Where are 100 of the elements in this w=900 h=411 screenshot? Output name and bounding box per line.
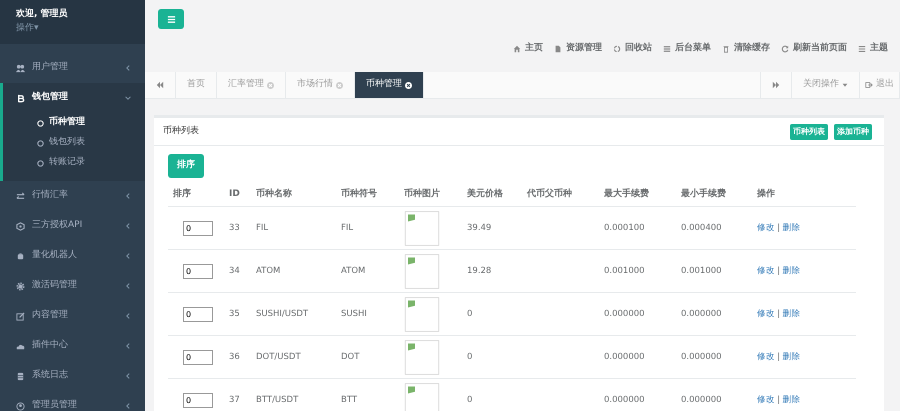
column-header: 排序 (168, 184, 228, 206)
table-cell: SUSHI/USDT (255, 292, 340, 336)
menu-lines-icon (858, 44, 866, 53)
sidebar-item[interactable]: 插件中心 (0, 331, 145, 361)
table-cell: 19.28 (466, 250, 526, 292)
page-tab[interactable]: 币种管理 (355, 72, 424, 98)
submenu-item[interactable]: 币种管理 (3, 113, 145, 133)
delete-link[interactable]: 删除 (782, 308, 800, 319)
submenu-item[interactable]: 转账记录 (3, 153, 145, 173)
nav-link[interactable]: 主页 (513, 42, 543, 56)
broken-image-icon (404, 340, 440, 374)
home-icon (513, 44, 521, 53)
scroll-right-button[interactable] (760, 72, 792, 98)
nav-link[interactable]: 清除缓存 (722, 42, 770, 56)
close-menu-dropdown[interactable]: 关闭操作 (792, 72, 860, 98)
table-cell: BTT (340, 378, 403, 411)
chevron-left-icon (125, 193, 131, 199)
refresh-icon (781, 44, 789, 53)
header-button[interactable]: 币种列表 (790, 124, 828, 140)
circle-icon (37, 140, 44, 146)
exchange-arrows-icon (16, 192, 25, 200)
page-tab[interactable]: 汇率管理 (217, 72, 286, 98)
table-cell: 0.001000 (680, 250, 756, 292)
chevron-left-icon (125, 65, 131, 71)
table-cell: 0.000000 (603, 336, 680, 378)
table-cell: 0.000000 (680, 378, 756, 411)
table-cell: 37 (228, 378, 255, 411)
nav-link[interactable]: 后台菜单 (663, 42, 711, 56)
sidebar-item[interactable]: 行情汇率 (0, 181, 145, 211)
user-circle-icon (16, 402, 25, 410)
edit-link[interactable]: 修改 (757, 222, 775, 233)
circle-icon (37, 160, 44, 166)
menu-icon (166, 14, 176, 24)
logout-button[interactable]: 退出 (860, 72, 900, 98)
column-header: 币种图片 (403, 184, 466, 206)
delete-link[interactable]: 删除 (782, 266, 800, 276)
submenu-item[interactable]: 钱包列表 (3, 133, 145, 153)
column-header: 代币父币种 (526, 184, 603, 206)
table-cell: DOT/USDT (255, 336, 340, 378)
delete-link[interactable]: 删除 (782, 222, 800, 233)
nav-link[interactable]: 刷新当前页面 (781, 42, 847, 56)
nav-link[interactable]: 主题 (858, 42, 888, 56)
column-header: 币种名称 (255, 184, 340, 206)
sidebar-item[interactable]: 激活码管理 (0, 271, 145, 301)
edit-icon (16, 312, 25, 320)
delete-link[interactable]: 删除 (782, 394, 800, 405)
sidebar-item[interactable]: 管理员管理 (0, 391, 145, 411)
chevron-left-icon (125, 403, 131, 409)
chevron-left-icon (125, 373, 131, 379)
trash-icon (722, 44, 730, 53)
menu-toggle-button[interactable] (158, 9, 184, 29)
table-cell: FIL (340, 206, 403, 250)
sidebar-item[interactable]: 三方授权API (0, 211, 145, 241)
sidebar-item[interactable]: 用户管理 (0, 53, 145, 83)
chevron-left-icon (125, 313, 131, 319)
sidebar-item[interactable]: 系统日志 (0, 361, 145, 391)
sort-input[interactable]: 0 (183, 264, 213, 278)
delete-link[interactable]: 删除 (782, 352, 800, 362)
welcome-text: 欢迎, 管理员 (16, 8, 69, 21)
column-header: 操作 (756, 184, 856, 206)
table-cell: DOT (340, 336, 403, 378)
sort-input[interactable]: 0 (183, 392, 213, 408)
header-button[interactable]: 添加币种 (834, 124, 872, 140)
chevron-left-icon (125, 283, 131, 289)
sort-input[interactable]: 0 (183, 306, 213, 322)
table-cell: 0.000000 (680, 336, 756, 378)
edit-link[interactable]: 修改 (757, 308, 775, 319)
sidebar-item[interactable]: 钱包管理 (3, 83, 145, 113)
nav-link[interactable]: 资源管理 (554, 42, 602, 56)
sort-button[interactable]: 排序 (168, 154, 204, 178)
separator: | (777, 222, 780, 233)
table-cell: ATOM (340, 250, 403, 292)
table-cell: 0 (466, 378, 526, 411)
table-cell: ATOM (255, 250, 340, 292)
edit-link[interactable]: 修改 (757, 352, 775, 362)
edit-link[interactable]: 修改 (757, 266, 775, 276)
table-cell: 0 (466, 336, 526, 378)
sidebar-item[interactable]: 量化机器人 (0, 241, 145, 271)
bitcoin-icon (16, 94, 25, 102)
table-cell: 0.000000 (603, 378, 680, 411)
cube-icon (16, 222, 25, 230)
chevron-down-icon (125, 95, 131, 101)
sidebar-item[interactable]: 内容管理 (0, 301, 145, 331)
table-cell: SUSHI (340, 292, 403, 336)
list-icon (663, 44, 671, 53)
edit-link[interactable]: 修改 (757, 394, 775, 405)
separator: | (777, 308, 780, 319)
file-icon (554, 44, 562, 53)
chevron-left-icon (125, 253, 131, 259)
nav-link[interactable]: 回收站 (613, 42, 652, 56)
page-tab[interactable]: 首页 (176, 72, 217, 98)
chevron-left-icon (125, 223, 131, 229)
table-cell: 0.000100 (603, 206, 680, 250)
action-dropdown[interactable]: 操作▾ (16, 22, 39, 32)
chevron-left-icon (125, 343, 131, 349)
table-cell: 34 (228, 250, 255, 292)
table-cell: FIL (255, 206, 340, 250)
broken-image-icon (404, 254, 440, 288)
sort-input[interactable]: 0 (183, 350, 213, 364)
sort-input[interactable]: 0 (183, 220, 213, 236)
